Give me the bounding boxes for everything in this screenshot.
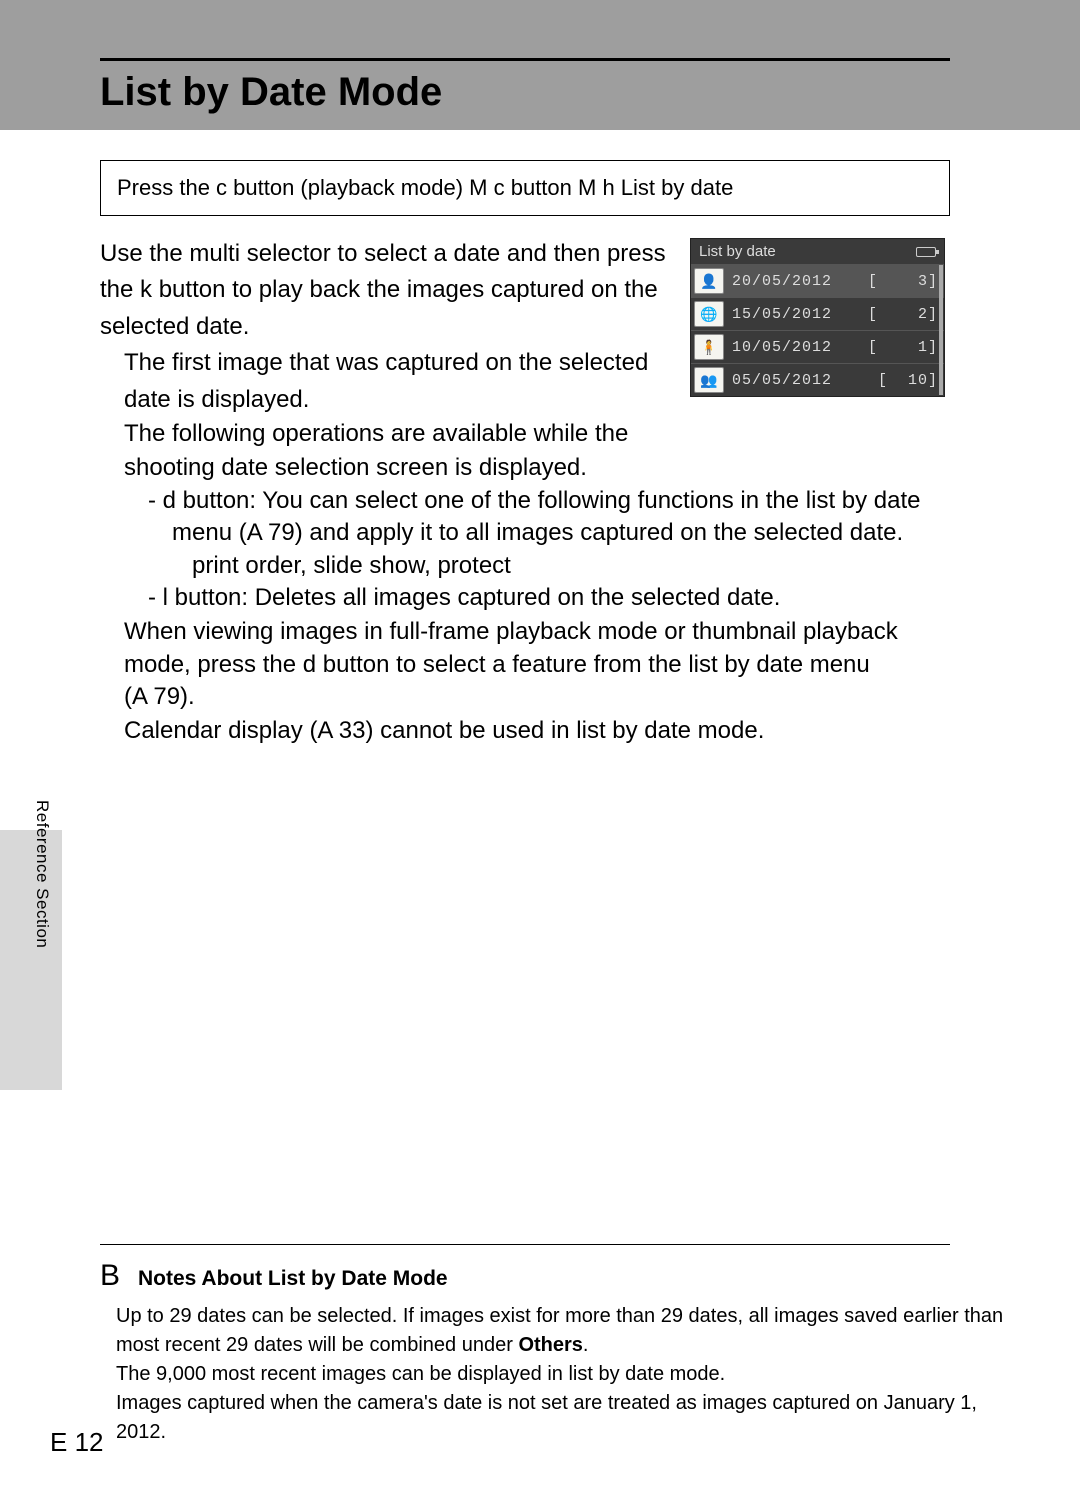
notes-icon: B xyxy=(100,1259,120,1293)
paragraph: selected date. xyxy=(100,311,740,343)
paragraph: the k button to play back the images cap… xyxy=(100,274,740,306)
sub-bullet: menu (A 79) and apply it to all images c… xyxy=(172,517,1020,549)
note-text: 2012. xyxy=(116,1419,1020,1446)
side-label: Reference Section xyxy=(32,800,52,948)
note-bold: Others xyxy=(518,1334,582,1356)
lcd-title: List by date xyxy=(699,243,776,260)
lcd-count: [ 1] xyxy=(868,339,938,356)
breadcrumb: Press the c button (playback mode) M c b… xyxy=(100,160,950,216)
list-item: 🌐 15/05/2012 [ 2] xyxy=(691,297,944,330)
lcd-date: 10/05/2012 xyxy=(732,339,860,356)
lcd-count: [ 10] xyxy=(878,372,938,389)
side-tab xyxy=(0,830,62,1090)
note-text: Images captured when the camera's date i… xyxy=(116,1390,1020,1417)
lcd-count: [ 2] xyxy=(868,306,938,323)
thumb-icon: 👥 xyxy=(694,367,724,393)
page-title: List by Date Mode xyxy=(100,70,442,115)
breadcrumb-text: Press the c button (playback mode) M c b… xyxy=(117,175,733,200)
bullet: Calendar display (A 33) cannot be used i… xyxy=(124,715,1020,747)
note-text: most recent 29 dates will be combined un… xyxy=(116,1332,1020,1359)
bullet: When viewing images in full-frame playba… xyxy=(124,616,1020,648)
battery-icon xyxy=(916,247,936,257)
thumb-icon: 🧍 xyxy=(694,334,724,360)
note-text: The 9,000 most recent images can be disp… xyxy=(116,1361,1020,1388)
notes-section: B Notes About List by Date Mode Up to 29… xyxy=(100,1244,1020,1448)
bullet: shooting date selection screen is displa… xyxy=(124,452,1020,484)
sub-bullet: - l button: Deletes all images captured … xyxy=(148,582,1020,614)
lcd-date: 15/05/2012 xyxy=(732,306,860,323)
notes-title: Notes About List by Date Mode xyxy=(138,1267,448,1291)
list-item: 🧍 10/05/2012 [ 1] xyxy=(691,330,944,363)
bullet: The first image that was captured on the… xyxy=(124,347,724,379)
note-text: . xyxy=(583,1334,589,1356)
header-bar: List by Date Mode xyxy=(0,0,1080,130)
sub-bullet: print order, slide show, protect xyxy=(192,550,1020,582)
bullet: mode, press the d button to select a fea… xyxy=(124,649,1020,681)
divider xyxy=(100,1244,950,1245)
lcd-count: [ 3] xyxy=(868,273,938,290)
bullet: (A 79). xyxy=(124,681,1020,713)
lcd-preview: List by date 👤 20/05/2012 [ 3] 🌐 15/05/2… xyxy=(690,238,945,397)
lcd-date: 20/05/2012 xyxy=(732,273,860,290)
lcd-date: 05/05/2012 xyxy=(732,372,870,389)
note-text: Up to 29 dates can be selected. If image… xyxy=(116,1303,1020,1330)
page-number: E 12 xyxy=(50,1427,104,1458)
thumb-icon: 👤 xyxy=(694,268,724,294)
bullet: The following operations are available w… xyxy=(124,418,1020,450)
note-text: most recent 29 dates will be combined un… xyxy=(116,1334,518,1356)
list-item: 👥 05/05/2012 [ 10] xyxy=(691,363,944,396)
bullet: date is displayed. xyxy=(124,384,724,416)
paragraph: Use the multi selector to select a date … xyxy=(100,238,740,270)
sub-bullet: - d button: You can select one of the fo… xyxy=(148,485,1020,517)
list-item: 👤 20/05/2012 [ 3] xyxy=(691,264,944,297)
thumb-icon: 🌐 xyxy=(694,301,724,327)
